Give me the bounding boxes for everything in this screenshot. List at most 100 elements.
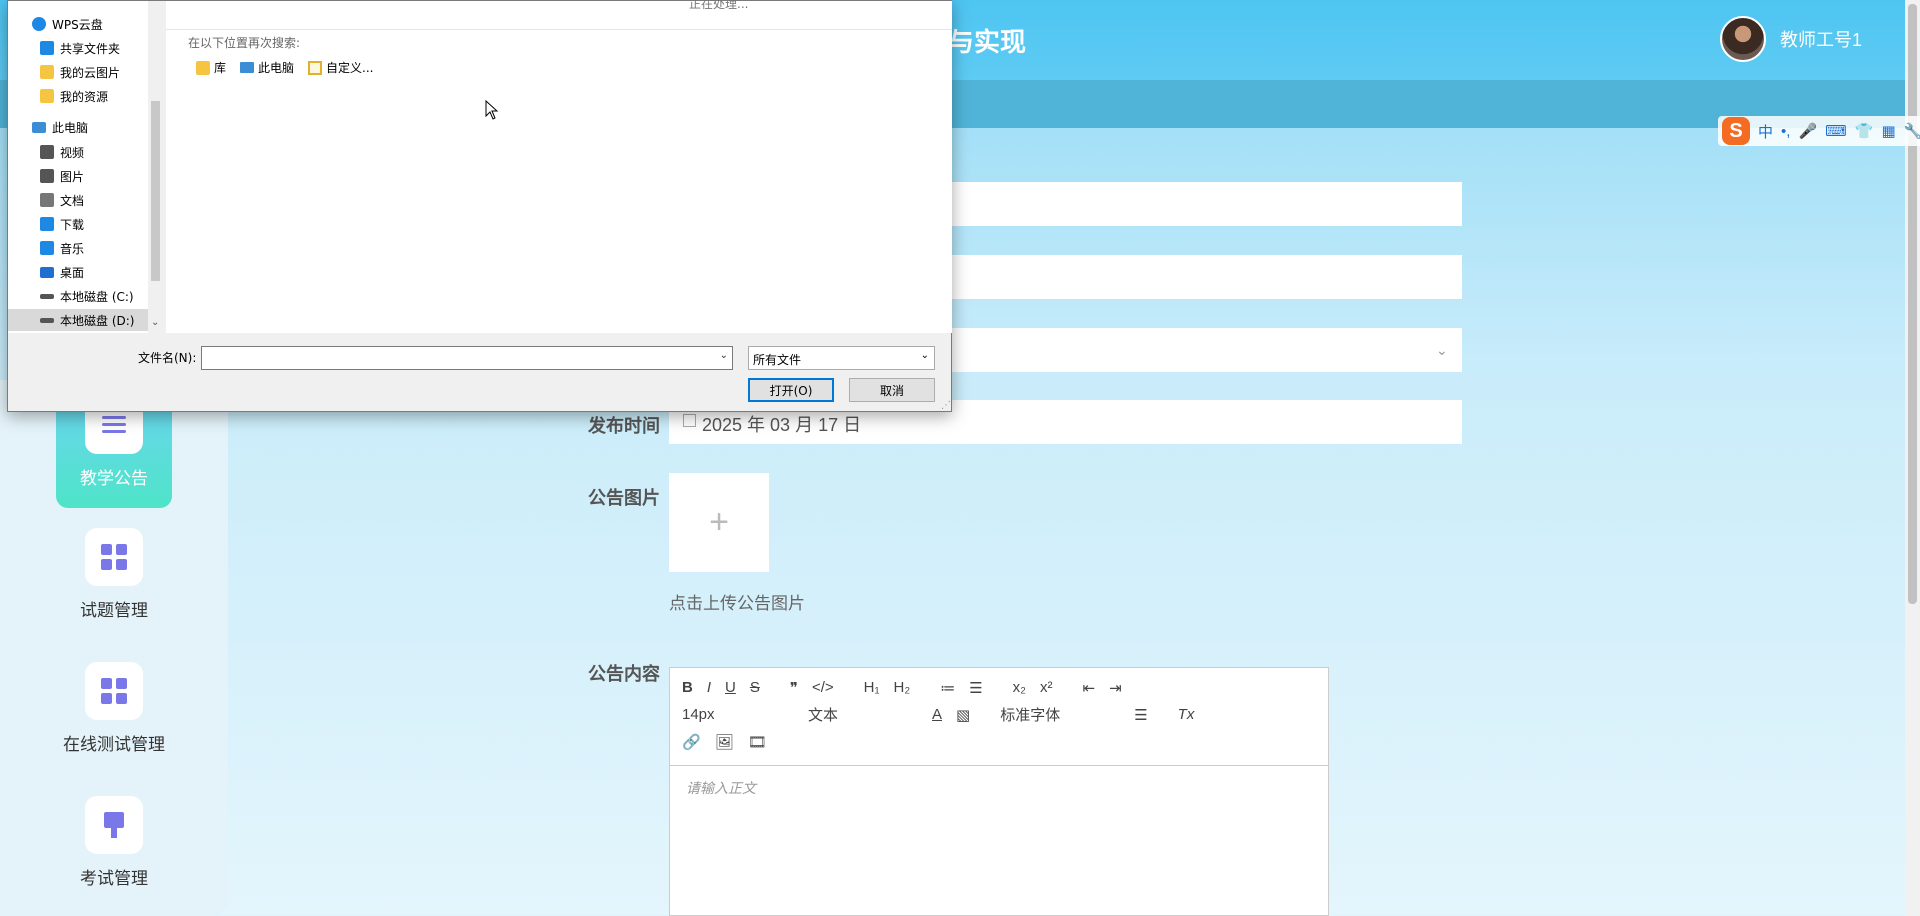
- cancel-button[interactable]: 取消: [849, 378, 935, 402]
- text-style-select[interactable]: 文本: [808, 704, 918, 725]
- share-icon: [40, 41, 54, 55]
- underline-button[interactable]: U: [725, 679, 736, 696]
- nav-item-label: 本地磁盘 (D:): [60, 313, 135, 328]
- video-icon[interactable]: 🎞: [748, 733, 767, 751]
- sidebar-item-online-test[interactable]: 在线测试管理: [50, 662, 178, 755]
- sidebar-item-questions[interactable]: 试题管理: [56, 528, 172, 621]
- nav-item[interactable]: 文档: [40, 189, 84, 211]
- file-list-pane: 正在处理... 在以下位置再次搜索: 库 此电脑 自定义...: [166, 0, 952, 333]
- processing-status: 正在处理...: [689, 0, 749, 11]
- bold-button[interactable]: B: [682, 679, 693, 696]
- location-custom[interactable]: 自定义...: [308, 59, 373, 76]
- nav-item[interactable]: 我的资源: [40, 85, 108, 107]
- image-icon[interactable]: 🖼: [715, 733, 734, 751]
- navigation-scrollbar-thumb[interactable]: [151, 101, 160, 281]
- sogou-logo-icon[interactable]: S: [1722, 117, 1750, 145]
- location-this-pc[interactable]: 此电脑: [240, 59, 294, 76]
- indent-button[interactable]: ⇥: [1109, 679, 1122, 697]
- nav-item-label: 图片: [60, 169, 85, 184]
- mouse-cursor-icon: [485, 100, 499, 120]
- nav-item[interactable]: 共享文件夹: [40, 37, 120, 59]
- nav-item[interactable]: 桌面: [40, 261, 84, 283]
- ime-tools-icon[interactable]: 🔧: [1904, 122, 1920, 140]
- desktop-icon: [40, 266, 54, 278]
- nav-item[interactable]: WPS云盘: [32, 13, 103, 35]
- picture-icon: [40, 169, 54, 183]
- filetype-value: 所有文件: [753, 353, 802, 367]
- font-family-select[interactable]: 标准字体: [1000, 704, 1110, 725]
- plus-icon: +: [709, 503, 729, 541]
- user-name[interactable]: 教师工号1: [1780, 26, 1862, 52]
- disk-icon: [40, 317, 54, 323]
- quote-button[interactable]: ❞: [790, 679, 798, 697]
- ime-keyboard-icon[interactable]: ⌨: [1825, 122, 1847, 140]
- subscript-button[interactable]: x₂: [1013, 679, 1026, 696]
- nav-item[interactable]: 我的云图片: [40, 61, 120, 83]
- nav-item[interactable]: 此电脑: [32, 116, 88, 138]
- video-icon: [40, 145, 54, 159]
- calendar-icon: [683, 414, 696, 427]
- italic-button[interactable]: I: [707, 679, 711, 696]
- sidebar-item-label: 教学公告: [80, 469, 148, 488]
- chevron-down-icon[interactable]: ⌄: [720, 350, 728, 361]
- superscript-button[interactable]: x²: [1040, 679, 1053, 696]
- open-file-dialog: WPS云盘 共享文件夹 我的云图片 我的资源 此电脑 视频 图片 文档 下载 音乐 桌面 本地磁盘 (…: [7, 0, 952, 412]
- nav-item[interactable]: 音乐: [40, 237, 84, 259]
- navigation-scrollbar[interactable]: ⌄: [148, 1, 163, 333]
- location-library[interactable]: 库: [196, 59, 226, 76]
- sidebar-item-exams[interactable]: 考试管理: [56, 796, 172, 889]
- outdent-button[interactable]: ⇤: [1082, 679, 1095, 697]
- ime-mode-toggle[interactable]: 中: [1758, 121, 1773, 142]
- computer-icon: [32, 121, 46, 133]
- avatar[interactable]: [1720, 16, 1766, 62]
- filename-input[interactable]: ⌄: [201, 346, 733, 370]
- ime-grid-icon[interactable]: ▦: [1881, 122, 1895, 140]
- page-scrollbar-thumb[interactable]: [1908, 4, 1917, 604]
- ime-punct-toggle[interactable]: •,: [1781, 123, 1790, 140]
- open-button[interactable]: 打开(O): [748, 378, 834, 402]
- nav-item-label: 音乐: [60, 241, 85, 256]
- divider: [166, 29, 952, 30]
- navigation-pane: WPS云盘 共享文件夹 我的云图片 我的资源 此电脑 视频 图片 文档 下载 音乐 桌面 本地磁盘 (…: [8, 1, 158, 333]
- sidebar-item-label: 考试管理: [80, 869, 148, 888]
- h1-button[interactable]: H₁: [864, 679, 880, 696]
- h2-button[interactable]: H₂: [894, 679, 911, 696]
- resize-grip-icon[interactable]: ⋰: [941, 400, 951, 411]
- download-icon: [40, 217, 54, 231]
- nav-item-label: 此电脑: [52, 120, 89, 135]
- bullet-list-button[interactable]: ☰: [969, 679, 982, 697]
- code-button[interactable]: </>: [812, 679, 834, 696]
- editor-body[interactable]: 请输入正文: [670, 766, 1328, 810]
- document-icon: [40, 193, 54, 207]
- nav-item-label: 我的资源: [60, 89, 109, 104]
- nav-item[interactable]: 本地磁盘 (D:): [8, 309, 148, 331]
- image-upload-button[interactable]: +: [669, 473, 769, 572]
- chevron-down-icon: ⌄: [1436, 342, 1448, 358]
- align-icon[interactable]: ☰: [1134, 706, 1147, 724]
- font-size-select[interactable]: 14px: [682, 706, 772, 723]
- strike-button[interactable]: S: [750, 679, 760, 696]
- ime-toolbar[interactable]: S 中 •, 🎤 ⌨ 👕 ▦ 🔧: [1718, 116, 1920, 146]
- nav-item[interactable]: 下载: [40, 213, 84, 235]
- ime-voice-icon[interactable]: 🎤: [1798, 122, 1817, 140]
- user-menu[interactable]: 教师工号1: [1720, 16, 1862, 62]
- filetype-select[interactable]: 所有文件 ⌄: [748, 346, 935, 370]
- location-label: 此电脑: [258, 61, 295, 75]
- folder-icon: [40, 65, 54, 79]
- background-color-icon[interactable]: ▧: [956, 706, 970, 724]
- nav-item-label: WPS云盘: [52, 17, 103, 32]
- nav-item[interactable]: 本地磁盘 (C:): [40, 285, 134, 307]
- font-color-icon[interactable]: A: [932, 706, 942, 723]
- nav-item[interactable]: 图片: [40, 165, 84, 187]
- sidebar-item-label: 试题管理: [80, 601, 148, 620]
- nav-item-label: 文档: [60, 193, 85, 208]
- link-icon[interactable]: 🔗: [682, 733, 701, 751]
- content-label: 公告内容: [588, 664, 660, 684]
- nav-item[interactable]: 视频: [40, 141, 84, 163]
- ime-skin-icon[interactable]: 👕: [1855, 122, 1874, 140]
- clear-format-button[interactable]: Tx: [1178, 706, 1195, 723]
- scroll-down-icon[interactable]: ⌄: [151, 317, 159, 328]
- ordered-list-button[interactable]: ≔: [940, 679, 955, 697]
- upload-hint: 点击上传公告图片: [669, 594, 805, 613]
- nav-item-label: 视频: [60, 145, 85, 160]
